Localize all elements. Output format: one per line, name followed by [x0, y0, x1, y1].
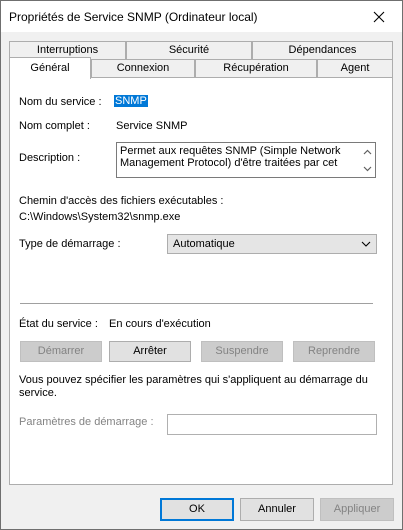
tab-label: Interruptions	[36, 44, 99, 56]
tab-label: Agent	[340, 62, 370, 74]
full-name-label: Nom complet :	[19, 120, 90, 132]
tab-dependances[interactable]: Dépendances	[252, 41, 393, 59]
general-tab-panel: Nom du service : SNMP Nom complet : Serv…	[9, 77, 393, 485]
tab-strip: Interruptions Sécurité Dépendances Génér…	[1, 32, 402, 80]
description-field[interactable]: Permet aux requêtes SNMP (Simple Network…	[116, 142, 376, 178]
close-icon	[373, 11, 385, 22]
chevron-up-icon	[363, 149, 371, 155]
description-text: Permet aux requêtes SNMP (Simple Network…	[120, 145, 341, 169]
chevron-down-icon	[363, 166, 371, 172]
tab-label: Connexion	[116, 62, 170, 74]
service-name-text: SNMP	[114, 95, 148, 107]
resume-button[interactable]: Reprendre	[293, 341, 375, 362]
tab-label: Sécurité	[168, 44, 210, 56]
properties-dialog: Propriétés de Service SNMP (Ordinateur l…	[0, 0, 403, 530]
stop-button[interactable]: Arrêter	[109, 341, 191, 362]
apply-button[interactable]: Appliquer	[320, 498, 394, 521]
startup-type-select[interactable]: Automatique	[167, 234, 377, 254]
window-title: Propriétés de Service SNMP (Ordinateur l…	[9, 10, 258, 24]
service-status-label: État du service :	[19, 318, 98, 330]
dialog-button-row: OK Annuler Appliquer	[1, 498, 402, 522]
service-status-value: En cours d'exécution	[109, 318, 211, 330]
startup-params-input[interactable]	[167, 414, 377, 435]
tab-label: Général	[30, 62, 70, 74]
service-name-value[interactable]: SNMP	[114, 95, 148, 107]
cancel-button[interactable]: Annuler	[240, 498, 314, 521]
tab-general[interactable]: Général	[9, 57, 91, 79]
scroll-up-button[interactable]	[359, 145, 375, 159]
startup-params-label: Paramètres de démarrage :	[19, 416, 154, 428]
startup-type-label: Type de démarrage :	[19, 238, 121, 250]
service-name-label: Nom du service :	[19, 96, 102, 108]
pause-button[interactable]: Suspendre	[201, 341, 283, 362]
exe-path-value: C:\Windows\System32\snmp.exe	[19, 211, 181, 223]
tab-label: Récupération	[223, 62, 289, 74]
tab-securite[interactable]: Sécurité	[126, 41, 252, 59]
description-label: Description :	[19, 152, 81, 164]
start-button[interactable]: Démarrer	[20, 341, 102, 362]
title-bar: Propriétés de Service SNMP (Ordinateur l…	[1, 1, 402, 32]
ok-button[interactable]: OK	[160, 498, 234, 521]
close-button[interactable]	[356, 1, 402, 32]
full-name-value: Service SNMP	[116, 120, 188, 132]
description-scrollbar[interactable]	[359, 143, 375, 177]
tab-connexion[interactable]: Connexion	[91, 59, 195, 77]
startup-params-hint: Vous pouvez spécifier les paramètres qui…	[19, 374, 368, 399]
tab-label: Dépendances	[288, 44, 357, 56]
tab-agent[interactable]: Agent	[317, 59, 393, 77]
divider	[20, 303, 373, 304]
exe-path-label: Chemin d'accès des fichiers exécutables …	[19, 195, 224, 207]
chevron-down-icon	[361, 241, 371, 247]
startup-type-value: Automatique	[173, 238, 235, 250]
tab-recuperation[interactable]: Récupération	[195, 59, 317, 77]
scroll-down-button[interactable]	[359, 162, 375, 176]
